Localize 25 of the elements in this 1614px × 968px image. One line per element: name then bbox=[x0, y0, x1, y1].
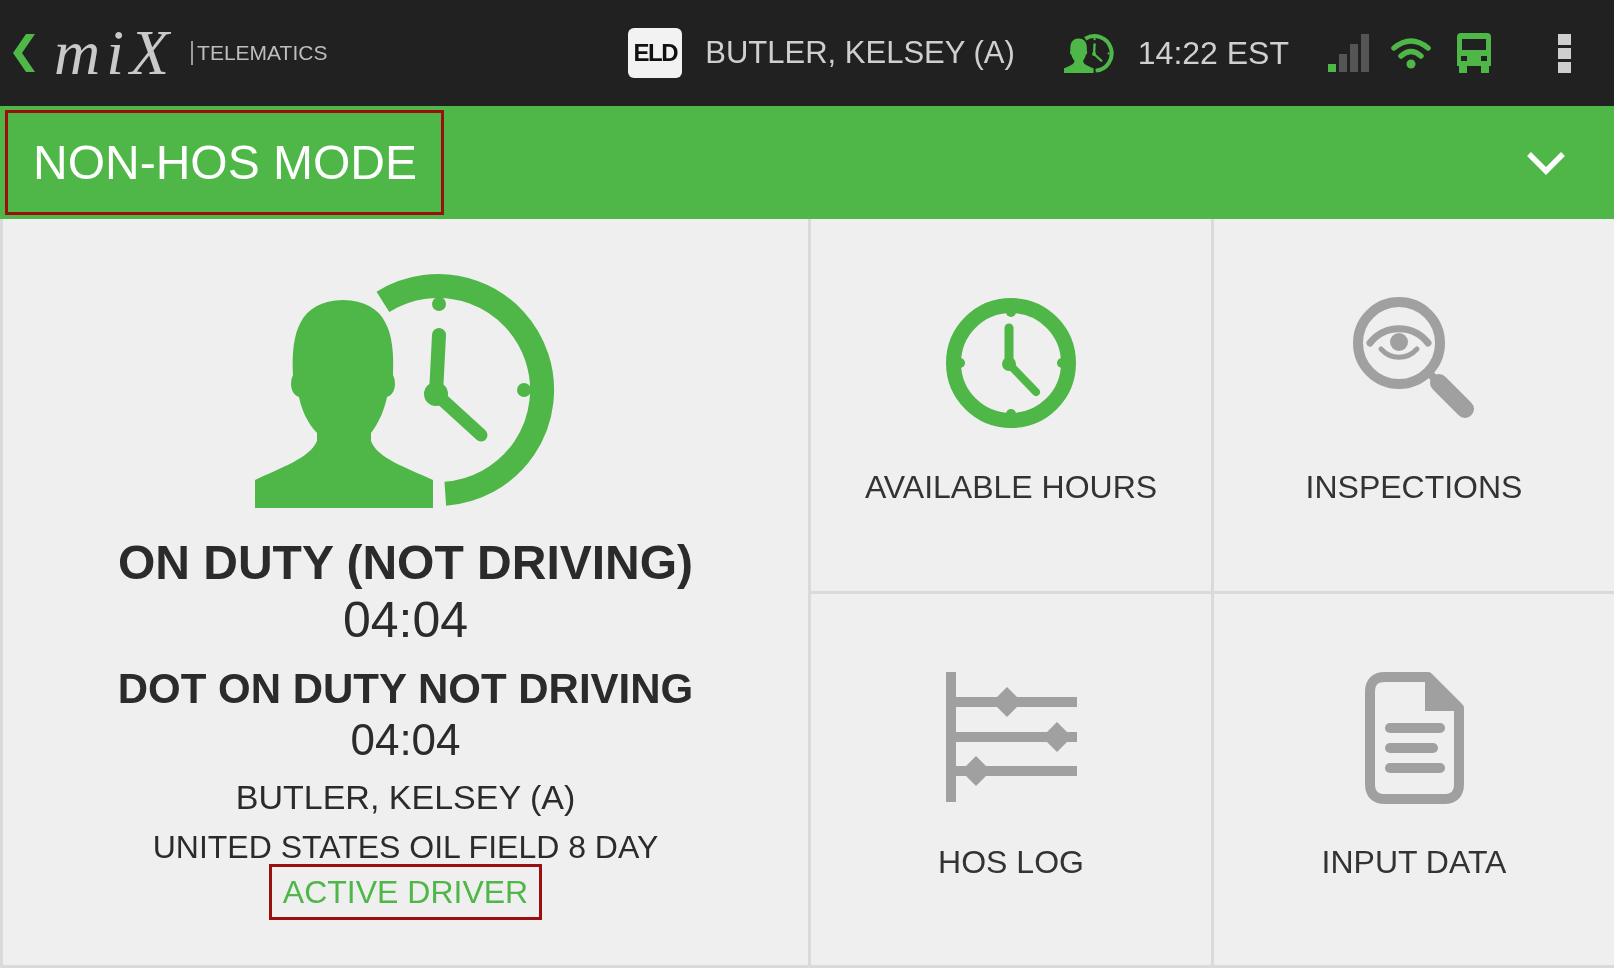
driver-name: BUTLER, KELSEY (A) bbox=[705, 34, 1015, 72]
duty-duration: 04:04 bbox=[342, 591, 469, 649]
signal-strength-icon bbox=[1328, 34, 1369, 72]
back-chevron-icon[interactable] bbox=[13, 34, 35, 72]
chevron-down-icon[interactable] bbox=[1526, 150, 1566, 175]
wifi-icon bbox=[1391, 37, 1431, 69]
menu-tile[interactable]: INPUT DATA bbox=[1214, 593, 1614, 965]
driver-name: BUTLER, KELSEY (A) bbox=[235, 777, 576, 818]
duty-status-text: ON DUTY (NOT DRIVING) bbox=[117, 535, 694, 591]
menu-tile[interactable]: AVAILABLE HOURS bbox=[811, 219, 1211, 591]
eld-badge: ELD bbox=[628, 28, 683, 78]
ruleset-text: UNITED STATES OIL FIELD 8 DAY bbox=[152, 828, 659, 867]
kebab-menu-icon[interactable] bbox=[1558, 33, 1571, 73]
clock-time: 14:22 EST bbox=[1137, 33, 1289, 73]
menu-tile[interactable]: HOS LOG bbox=[811, 593, 1211, 965]
logo-text: miX bbox=[54, 21, 176, 85]
person-clock-icon bbox=[1063, 33, 1114, 73]
menu-tile[interactable]: INSPECTIONS bbox=[1214, 219, 1614, 591]
truck-icon bbox=[1457, 33, 1491, 73]
dot-status-text: DOT ON DUTY NOT DRIVING bbox=[117, 664, 694, 714]
logo-subtitle: TELEMATICS bbox=[191, 41, 328, 65]
person-clock-icon bbox=[255, 273, 556, 508]
mode-title: NON-HOS MODE bbox=[5, 110, 444, 215]
dot-duration: 04:04 bbox=[350, 714, 461, 766]
driver-role-text: ACTIVE DRIVER bbox=[268, 864, 543, 920]
